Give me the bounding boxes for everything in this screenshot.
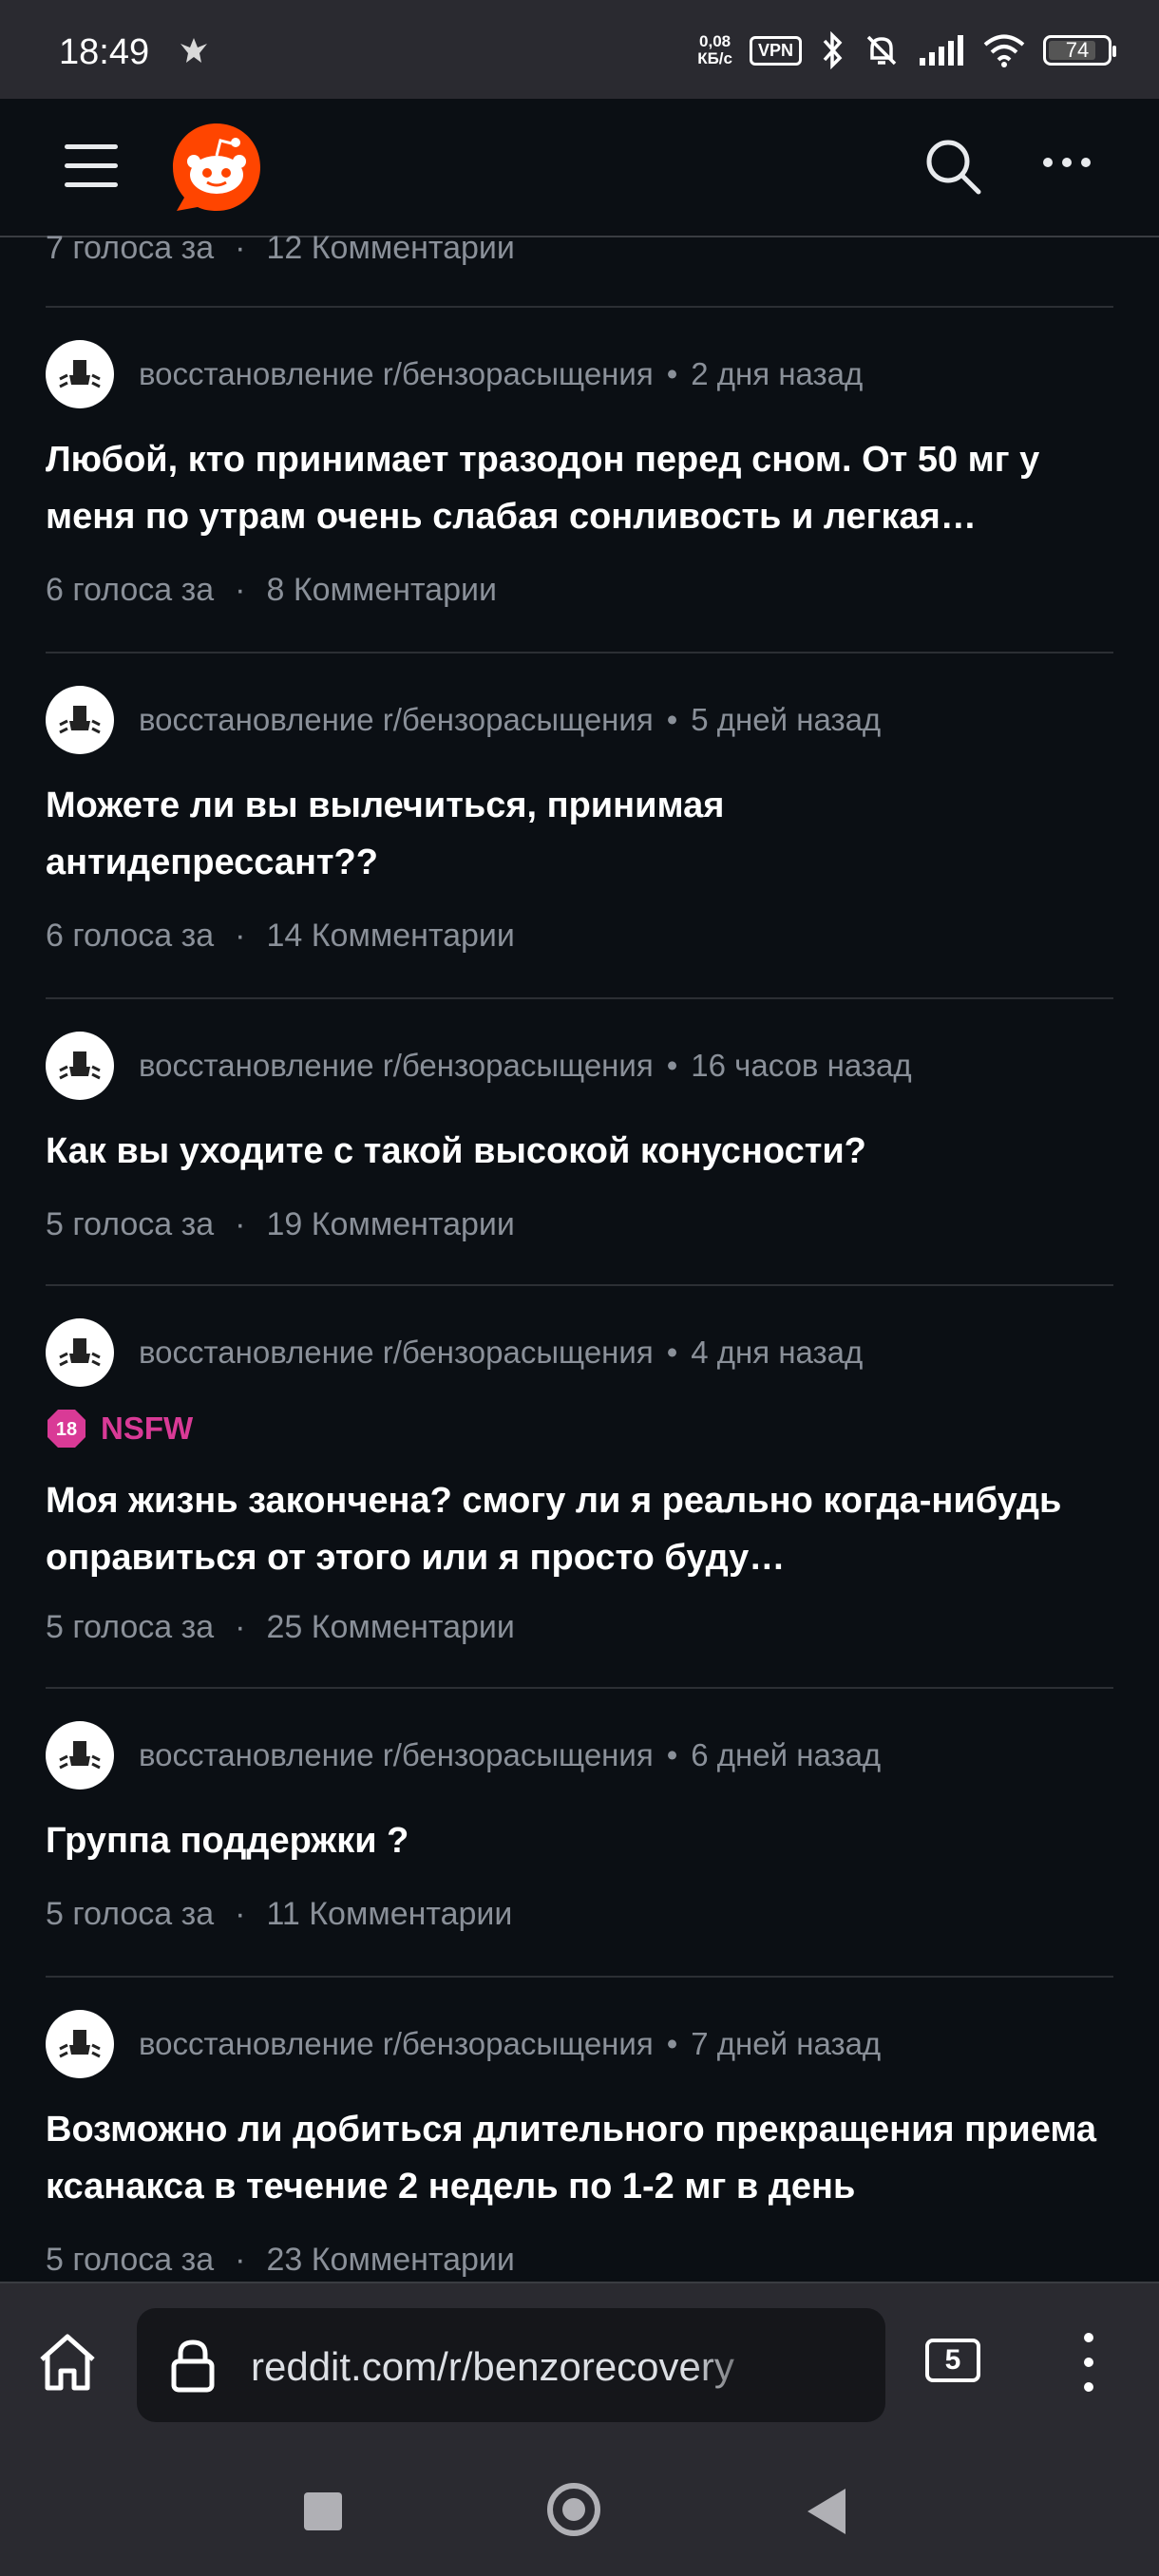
notification-bird-icon xyxy=(180,38,207,63)
browser-toolbar: reddit.com/r/benzorecovery 5 xyxy=(0,2282,1159,2445)
battery-indicator: 74 xyxy=(1043,35,1116,66)
hamburger-menu-button[interactable] xyxy=(65,144,118,188)
post-card[interactable]: восстановление r/бензорасыщения • 2 дня … xyxy=(46,308,1113,653)
vote-count: 5 голоса за xyxy=(46,1206,215,1242)
post-meta: восстановление r/бензорасыщения • 2 дня … xyxy=(46,340,863,408)
post-card[interactable]: восстановление r/бензорасыщения • 4 дня … xyxy=(46,1286,1113,1689)
post-time: 4 дня назад xyxy=(691,1335,864,1370)
wifi-icon xyxy=(983,34,1025,67)
post-meta: восстановление r/бензорасыщения • 4 дня … xyxy=(46,1318,863,1387)
post-time: 16 часов назад xyxy=(691,1048,912,1083)
subreddit-avatar[interactable] xyxy=(46,2010,114,2078)
post-title[interactable]: Можете ли вы вылечиться, принимая антиде… xyxy=(46,777,806,891)
comment-count[interactable]: 25 Комментарии xyxy=(266,1609,514,1646)
broken-chain-fist-icon xyxy=(59,1338,101,1367)
subreddit-avatar[interactable] xyxy=(46,686,114,754)
more-options-icon[interactable] xyxy=(1043,158,1091,173)
post-stats: 5 голоса за · 11 Комментарии xyxy=(46,1896,513,1933)
subreddit-avatar[interactable] xyxy=(46,1318,114,1387)
clock: 18:49 xyxy=(59,32,150,72)
browser-menu-icon[interactable] xyxy=(1077,2333,1100,2392)
home-icon[interactable] xyxy=(36,2331,99,2394)
vpn-badge: VPN xyxy=(749,35,802,66)
post-card[interactable]: восстановление r/бензорасыщения • 6 дней… xyxy=(46,1689,1113,1978)
svg-text:18: 18 xyxy=(56,1419,77,1440)
post-title[interactable]: Группа поддержки ? xyxy=(46,1812,1113,1869)
post-feed: 7 голоса за · 12 Комментарии восстановле… xyxy=(0,236,1159,2282)
comment-count[interactable]: 11 Комментарии xyxy=(266,1896,512,1933)
comment-count[interactable]: 23 Комментарии xyxy=(266,2242,514,2279)
vote-count: 5 голоса за xyxy=(46,1609,215,1645)
vote-count: 5 голоса за xyxy=(46,2242,215,2278)
broken-chain-fist-icon xyxy=(59,360,101,388)
nsfw-label: NSFW xyxy=(101,1411,194,1446)
post-stats: 5 голоса за · 23 Комментарии xyxy=(46,2242,515,2279)
post-time: 2 дня назад xyxy=(691,356,864,391)
vote-count: 6 голоса за xyxy=(46,572,215,608)
vote-count: 5 голоса за xyxy=(46,1896,215,1932)
subreddit-avatar[interactable] xyxy=(46,1721,114,1790)
post-title[interactable]: Любой, кто принимает тразодон перед сном… xyxy=(46,431,1113,545)
subreddit-name[interactable]: восстановление r/бензорасыщения xyxy=(139,2026,654,2062)
post-time: 5 дней назад xyxy=(691,702,882,737)
app-header xyxy=(0,99,1159,237)
url-text[interactable]: reddit.com/r/benzorecovery xyxy=(251,2344,783,2390)
subreddit-name[interactable]: восстановление r/бензорасыщения xyxy=(139,702,654,738)
post-stats: 5 голоса за · 25 Комментарии xyxy=(46,1609,515,1646)
vote-count: 7 голоса за xyxy=(46,236,215,266)
address-bar[interactable]: reddit.com/r/benzorecovery xyxy=(137,2308,885,2422)
post-title[interactable]: Возможно ли добиться длительного прекращ… xyxy=(46,2101,1113,2215)
comment-count[interactable]: 14 Комментарии xyxy=(266,918,514,955)
reddit-logo[interactable] xyxy=(169,120,264,215)
post-meta: восстановление r/бензорасыщения • 5 дней… xyxy=(46,686,881,754)
comment-count[interactable]: 19 Комментарии xyxy=(266,1206,514,1243)
subreddit-name[interactable]: восстановление r/бензорасыщения xyxy=(139,1048,654,1084)
home-button[interactable] xyxy=(547,2483,600,2536)
post-card[interactable]: восстановление r/бензорасыщения • 7 дней… xyxy=(46,1978,1113,2282)
post-stats: 6 голоса за · 14 Комментарии xyxy=(46,918,515,955)
post-meta: восстановление r/бензорасыщения • 16 час… xyxy=(46,1032,912,1100)
post-title[interactable]: Как вы уходите с такой высокой конусност… xyxy=(46,1123,1113,1180)
subreddit-avatar[interactable] xyxy=(46,1032,114,1100)
mute-bell-icon xyxy=(866,35,897,66)
post-time: 6 дней назад xyxy=(691,1737,882,1772)
broken-chain-fist-icon xyxy=(59,1051,101,1080)
post-stats: 5 голоса за · 19 Комментарии xyxy=(46,1206,515,1243)
post-stats: 6 голоса за · 8 Комментарии xyxy=(46,572,497,609)
network-speed: 0,08 КБ/с xyxy=(697,32,732,67)
comment-count[interactable]: 12 Комментарии xyxy=(266,236,514,267)
post-stats: 7 голоса за · 12 Комментарии xyxy=(46,236,515,267)
search-icon[interactable] xyxy=(922,135,984,198)
back-button[interactable] xyxy=(808,2489,846,2534)
post-card-partial[interactable]: 7 голоса за · 12 Комментарии xyxy=(46,236,1113,308)
signal-icon xyxy=(920,35,963,66)
nsfw-tag: 18 NSFW xyxy=(46,1408,193,1449)
post-card[interactable]: восстановление r/бензорасыщения • 5 дней… xyxy=(46,653,1113,999)
recents-button[interactable] xyxy=(304,2492,342,2530)
subreddit-name[interactable]: восстановление r/бензорасыщения xyxy=(139,356,654,392)
broken-chain-fist-icon xyxy=(59,1741,101,1770)
bluetooth-icon xyxy=(823,31,843,69)
post-card[interactable]: восстановление r/бензорасыщения • 16 час… xyxy=(46,999,1113,1286)
status-bar: 18:49 0,08 КБ/с VPN 74 xyxy=(0,0,1159,99)
post-time: 7 дней назад xyxy=(691,2026,882,2061)
post-meta: восстановление r/бензорасыщения • 6 дней… xyxy=(46,1721,881,1790)
system-nav-bar xyxy=(0,2443,1159,2576)
broken-chain-fist-icon xyxy=(59,706,101,734)
nsfw-18-icon: 18 xyxy=(48,1410,86,1448)
comment-count[interactable]: 8 Комментарии xyxy=(266,572,497,609)
post-meta: восстановление r/бензорасыщения • 7 дней… xyxy=(46,2010,881,2078)
tab-switcher-button[interactable]: 5 xyxy=(925,2339,980,2382)
lock-icon[interactable] xyxy=(169,2339,217,2394)
post-title[interactable]: Моя жизнь закончена? смогу ли я реально … xyxy=(46,1472,1113,1586)
vote-count: 6 голоса за xyxy=(46,918,215,954)
broken-chain-fist-icon xyxy=(59,2030,101,2058)
subreddit-avatar[interactable] xyxy=(46,340,114,408)
subreddit-name[interactable]: восстановление r/бензорасыщения xyxy=(139,1737,654,1773)
subreddit-name[interactable]: восстановление r/бензорасыщения xyxy=(139,1335,654,1371)
